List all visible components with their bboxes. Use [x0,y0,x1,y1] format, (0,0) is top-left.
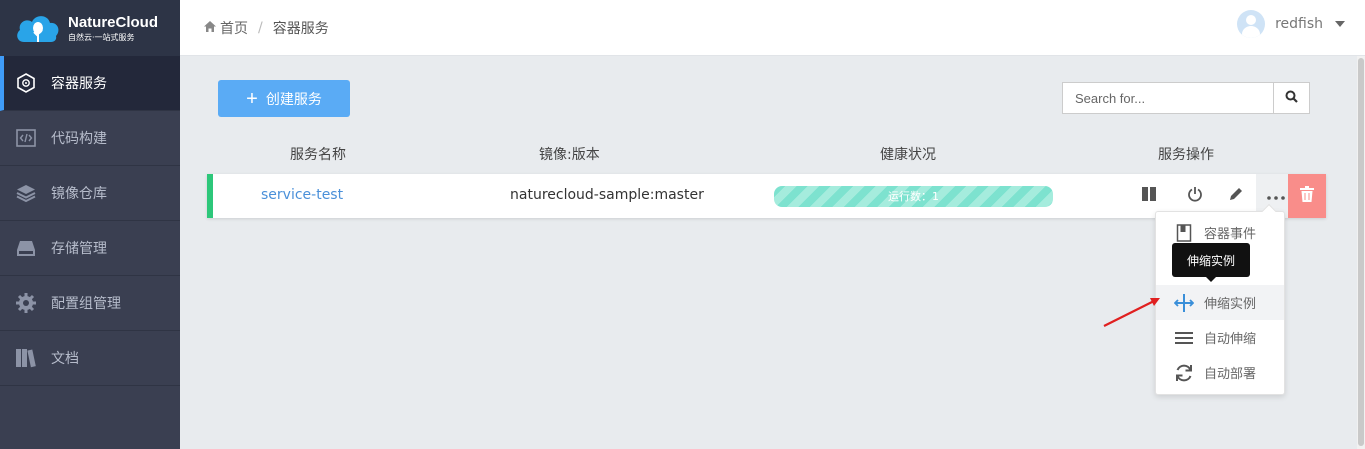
ellipsis-icon [1267,188,1285,204]
column-header-name: 服务名称 [290,147,346,163]
sidebar-item-config-group[interactable]: 配置组管理 [0,276,180,331]
service-image: naturecloud-sample:master [510,187,704,203]
sidebar-item-label: 配置组管理 [51,296,121,312]
brand-name: NatureCloud [68,13,158,31]
create-service-button[interactable]: + 创建服务 [218,80,350,117]
user-menu[interactable]: redfish [1237,10,1345,38]
book-icon [1174,223,1194,243]
search-button[interactable] [1273,82,1310,114]
scale-arrows-icon [1174,293,1194,313]
menu-item-label: 容器事件 [1204,227,1257,242]
trash-icon [1300,186,1314,206]
avatar[interactable] [1237,10,1266,38]
menu-item-label: 伸缩实例 [1204,297,1257,312]
layers-icon [14,181,38,205]
pause-icon [1141,186,1157,206]
cloud-logo-icon [14,12,62,44]
menu-item-scale-instances[interactable]: 伸缩实例 [1156,285,1284,320]
home-icon [204,20,216,36]
brand-tagline: 自然云·一站式服务 [68,32,135,42]
sidebar-item-label: 存储管理 [51,241,107,257]
sidebar-item-docs[interactable]: 文档 [0,331,180,386]
column-header-health: 健康状况 [880,147,936,163]
tooltip-text: 伸缩实例 [1186,253,1235,268]
code-icon [14,126,38,150]
storage-icon [14,236,38,260]
search-box [1062,82,1310,114]
books-icon [14,346,38,370]
username[interactable]: redfish [1275,16,1323,32]
column-header-actions: 服务操作 [1158,147,1214,163]
plus-icon: + [246,87,258,110]
health-status-bar: 运行数：1 [774,186,1053,207]
sidebar-item-label: 代码构建 [51,131,107,147]
caret-down-icon[interactable] [1335,21,1345,27]
menu-item-auto-scale[interactable]: 自动伸缩 [1156,320,1284,355]
sidebar-item-label: 容器服务 [51,76,107,92]
brand-logo[interactable]: NatureCloud 自然云·一站式服务 [0,0,180,56]
power-icon [1187,186,1203,206]
menu-item-label: 自动部署 [1204,367,1257,382]
topbar: 首页 / 容器服务 redfish [180,0,1365,56]
delete-button[interactable] [1288,174,1326,218]
more-actions-dropdown: 容器事件 伸缩实例 自动伸缩 自动部署 [1155,203,1285,395]
menu-item-auto-deploy[interactable]: 自动部署 [1156,355,1284,390]
sidebar-item-container-service[interactable]: 容器服务 [0,56,180,111]
gear-icon [14,291,38,315]
sidebar-item-code-build[interactable]: 代码构建 [0,111,180,166]
search-icon [1285,90,1298,107]
create-service-label: 创建服务 [265,90,322,107]
column-header-image: 镜像:版本 [539,147,600,163]
menu-item-label: 自动伸缩 [1204,332,1257,347]
container-icon [14,71,38,95]
pencil-icon [1228,186,1244,206]
sidebar-item-label: 文档 [51,351,79,367]
search-input[interactable] [1062,82,1273,114]
tooltip: 伸缩实例 [1172,243,1250,282]
sidebar-item-image-repo[interactable]: 镜像仓库 [0,166,180,221]
breadcrumb-current: 容器服务 [272,21,329,37]
scrollbar[interactable] [1357,56,1365,449]
service-name-link[interactable]: service-test [261,187,343,203]
breadcrumb-separator: / [258,20,263,36]
red-arrow-annotation [1103,298,1160,327]
sidebar: NatureCloud 自然云·一站式服务 容器服务 代码构建 镜像仓库 存储管… [0,0,180,449]
refresh-icon [1174,363,1194,383]
menu-lines-icon [1174,328,1194,348]
breadcrumb: 首页 / 容器服务 [204,18,329,38]
sidebar-item-storage[interactable]: 存储管理 [0,221,180,276]
breadcrumb-home[interactable]: 首页 [220,18,248,38]
sidebar-item-label: 镜像仓库 [51,186,107,202]
